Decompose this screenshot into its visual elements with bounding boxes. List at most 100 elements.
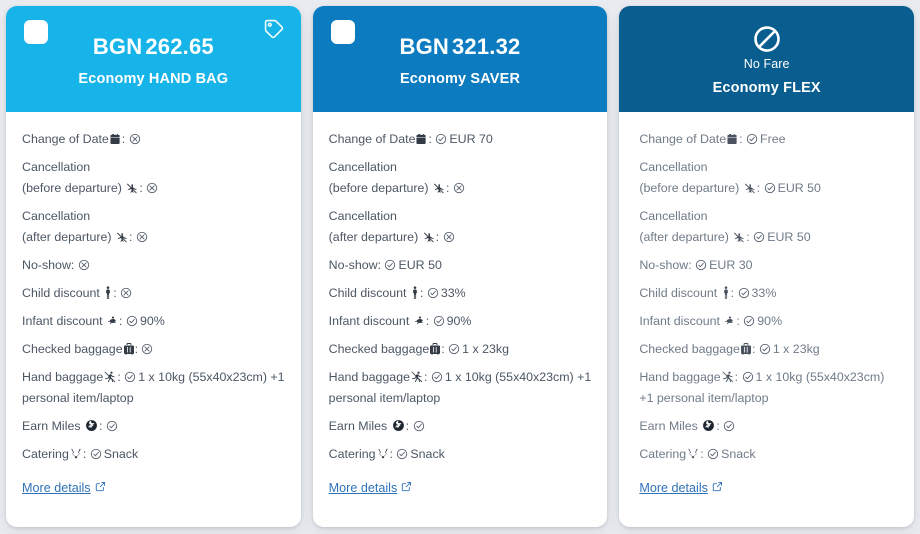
row-label: Hand baggage bbox=[639, 370, 720, 384]
fare-card[interactable]: No Fare Economy FLEXChange of Date: Free… bbox=[619, 6, 914, 527]
row-value: 90% bbox=[757, 314, 782, 328]
cancel-circle-icon bbox=[443, 231, 455, 243]
row-label: Change of Date bbox=[329, 132, 416, 146]
row-label: Earn Miles bbox=[22, 419, 81, 433]
row-label-secondary: (after departure) bbox=[639, 230, 729, 244]
fare-row-cancellation-before-departure: Cancellation(before departure) : bbox=[329, 153, 592, 202]
no-flight-icon bbox=[126, 183, 138, 194]
check-circle-icon bbox=[746, 133, 758, 145]
row-label: Child discount bbox=[329, 286, 407, 300]
fare-select-checkbox[interactable] bbox=[24, 20, 48, 44]
calendar-icon bbox=[110, 133, 121, 145]
row-label: Cancellation bbox=[329, 209, 397, 223]
fare-card-body: Change of Date: Cancellation(before depa… bbox=[6, 112, 301, 527]
price-amount: 321.32 bbox=[452, 34, 521, 59]
fare-card-body: Change of Date: FreeCancellation(before … bbox=[619, 112, 914, 527]
cancel-circle-icon bbox=[120, 287, 132, 299]
infant-icon bbox=[414, 315, 425, 327]
row-label: Checked baggage bbox=[639, 342, 740, 356]
check-circle-icon bbox=[427, 287, 439, 299]
row-value: 90% bbox=[140, 314, 165, 328]
check-circle-icon bbox=[126, 315, 138, 327]
cancel-circle-icon bbox=[141, 343, 153, 355]
fare-select-checkbox[interactable] bbox=[331, 20, 355, 44]
more-details-link[interactable]: More details bbox=[329, 478, 413, 499]
miles-icon bbox=[85, 419, 98, 432]
row-value: Free bbox=[760, 132, 785, 146]
row-label: Infant discount bbox=[639, 314, 720, 328]
fare-row-change-of-date: Change of Date: bbox=[22, 125, 285, 153]
more-details-link[interactable]: More details bbox=[22, 478, 106, 499]
cutlery-icon bbox=[377, 448, 389, 460]
check-circle-icon bbox=[413, 420, 425, 432]
row-label: Catering bbox=[22, 447, 69, 461]
fare-card[interactable]: BGN262.65 Economy HAND BAGChange of Date… bbox=[6, 6, 301, 527]
row-label: Infant discount bbox=[22, 314, 103, 328]
tag-icon[interactable] bbox=[263, 18, 285, 40]
fare-price: BGN321.32 bbox=[400, 34, 521, 60]
row-label: Catering bbox=[639, 447, 686, 461]
hand-baggage-icon bbox=[104, 371, 116, 383]
cancel-circle-icon bbox=[78, 259, 90, 271]
check-circle-icon bbox=[435, 133, 447, 145]
row-value: EUR 30 bbox=[709, 258, 752, 272]
check-circle-icon bbox=[738, 287, 750, 299]
row-label: Hand baggage bbox=[22, 370, 103, 384]
row-value: EUR 70 bbox=[449, 132, 492, 146]
fare-name: Economy SAVER bbox=[400, 71, 520, 87]
child-icon bbox=[722, 286, 730, 299]
row-value: Snack bbox=[104, 447, 138, 461]
fare-name: Economy FLEX bbox=[713, 80, 821, 96]
row-label: Cancellation bbox=[22, 160, 90, 174]
check-circle-icon bbox=[759, 343, 771, 355]
fare-row-earn-miles: Earn Miles : bbox=[639, 412, 898, 440]
no-flight-icon bbox=[433, 183, 445, 194]
fare-row-child-discount: Child discount : 33% bbox=[639, 279, 898, 307]
fare-card-header: BGN321.32 Economy SAVER bbox=[313, 6, 608, 112]
check-circle-icon bbox=[723, 420, 735, 432]
row-value: EUR 50 bbox=[767, 230, 810, 244]
fare-name: Economy HAND BAG bbox=[78, 71, 228, 87]
row-value: EUR 50 bbox=[778, 181, 821, 195]
no-flight-icon bbox=[423, 232, 435, 243]
hand-baggage-icon bbox=[411, 371, 423, 383]
currency-code: BGN bbox=[93, 34, 143, 59]
fare-row-cancellation-after-departure: Cancellation(after departure) : bbox=[329, 202, 592, 251]
infant-icon bbox=[724, 315, 735, 327]
fare-row-earn-miles: Earn Miles : bbox=[329, 412, 592, 440]
more-details-row: More details bbox=[22, 468, 285, 503]
row-label: Catering bbox=[329, 447, 376, 461]
fare-row-catering: Catering: Snack bbox=[329, 440, 592, 468]
row-value: Snack bbox=[721, 447, 755, 461]
fare-row-infant-discount: Infant discount : 90% bbox=[22, 307, 285, 335]
fare-card[interactable]: BGN321.32 Economy SAVER Change of Date: E… bbox=[313, 6, 608, 527]
check-circle-icon bbox=[90, 448, 102, 460]
fare-row-change-of-date: Change of Date: EUR 70 bbox=[329, 125, 592, 153]
fare-card-header: BGN262.65 Economy HAND BAG bbox=[6, 6, 301, 112]
row-value: 1 x 23kg bbox=[773, 342, 820, 356]
row-label: Checked baggage bbox=[22, 342, 123, 356]
price-amount: 262.65 bbox=[145, 34, 214, 59]
suitcase-icon bbox=[124, 343, 134, 355]
check-circle-icon bbox=[433, 315, 445, 327]
fare-row-no-show: No-show: bbox=[22, 251, 285, 279]
calendar-icon bbox=[416, 133, 427, 145]
row-label: Child discount bbox=[639, 286, 717, 300]
row-label: Earn Miles bbox=[329, 419, 388, 433]
more-details-link[interactable]: More details bbox=[639, 478, 723, 499]
check-circle-icon bbox=[448, 343, 460, 355]
check-circle-icon bbox=[106, 420, 118, 432]
fare-price: BGN262.65 bbox=[93, 34, 214, 60]
row-label-secondary: (before departure) bbox=[329, 181, 429, 195]
row-label: Cancellation bbox=[639, 160, 707, 174]
fare-row-hand-baggage: Hand baggage: 1 x 10kg (55x40x23cm) +1 p… bbox=[329, 363, 592, 412]
row-label: Change of Date bbox=[22, 132, 109, 146]
suitcase-icon bbox=[741, 343, 751, 355]
row-value: 33% bbox=[441, 286, 466, 300]
row-label: Change of Date bbox=[639, 132, 726, 146]
row-label: No-show bbox=[22, 258, 71, 272]
fare-row-earn-miles: Earn Miles : bbox=[22, 412, 285, 440]
row-label: Checked baggage bbox=[329, 342, 430, 356]
fare-row-hand-baggage: Hand baggage: 1 x 10kg (55x40x23cm) +1 p… bbox=[639, 363, 898, 412]
fare-row-child-discount: Child discount : 33% bbox=[329, 279, 592, 307]
